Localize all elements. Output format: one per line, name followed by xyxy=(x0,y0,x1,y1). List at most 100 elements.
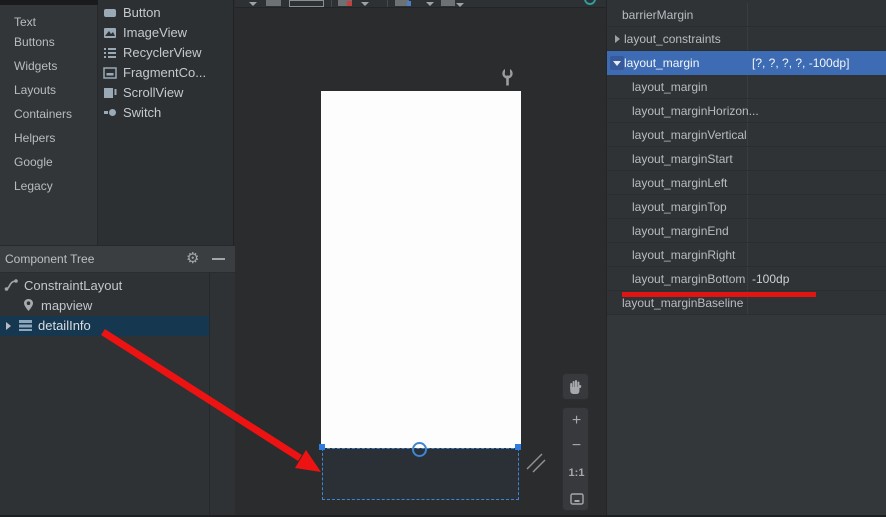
toolbar-icon-fragment xyxy=(407,1,411,6)
attr-name: layout_marginLeft xyxy=(632,171,727,195)
list-rows-icon xyxy=(18,318,33,332)
device-selector-fragment[interactable] xyxy=(289,0,324,7)
attr-row-layout-marginvertical[interactable]: layout_marginVertical xyxy=(607,123,886,147)
pan-button[interactable] xyxy=(562,373,589,400)
tree-scroll-divider xyxy=(209,273,210,517)
chevron-right-icon[interactable] xyxy=(615,35,620,43)
tree-item-mapview[interactable]: mapview xyxy=(0,296,209,316)
gear-icon[interactable]: ⚙ xyxy=(186,249,199,267)
palette-categories-panel: Text Buttons Widgets Layouts Containers … xyxy=(0,0,98,245)
fragment-container-icon xyxy=(103,65,117,78)
android-studio-layout-editor: Text Buttons Widgets Layouts Containers … xyxy=(0,0,886,517)
attr-name: barrierMargin xyxy=(622,3,693,27)
attr-name: layout_marginEnd xyxy=(632,219,729,243)
palette-category-text[interactable]: Text xyxy=(14,14,36,30)
hide-panel-icon[interactable] xyxy=(212,258,225,260)
attr-row-layout-marginend[interactable]: layout_marginEnd xyxy=(607,219,886,243)
location-pin-icon xyxy=(21,298,36,312)
chevron-right-icon[interactable] xyxy=(6,322,11,330)
attr-row-layout-marginhorizontal[interactable]: layout_marginHorizon... xyxy=(607,99,886,123)
palette-components-list: Button ImageView RecyclerView FragmentCo… xyxy=(98,0,233,245)
attr-row-layout-margin-group[interactable]: layout_margin [?, ?, ?, ?, -100dp] xyxy=(607,51,886,75)
palette-category-containers[interactable]: Containers xyxy=(14,106,72,122)
attr-name: layout_margin xyxy=(632,75,707,99)
fit-screen-icon xyxy=(570,493,584,505)
zoom-in-button[interactable]: + xyxy=(563,408,590,434)
top-bar-fragment xyxy=(0,0,98,5)
palette-item-scrollview[interactable]: ScrollView xyxy=(103,83,183,103)
toolbar-icon-fragment[interactable] xyxy=(441,0,455,6)
dropdown-caret-icon[interactable] xyxy=(456,3,464,7)
palette-item-fragmentcontainer[interactable]: FragmentCo... xyxy=(103,63,206,83)
palette-item-label: RecyclerView xyxy=(123,45,202,60)
palette-item-label: FragmentCo... xyxy=(123,65,206,80)
zoom-out-button[interactable]: − xyxy=(563,434,590,460)
tree-item-label: detailInfo xyxy=(38,318,91,333)
palette-category-buttons[interactable]: Buttons xyxy=(14,34,55,50)
imageview-icon xyxy=(103,25,117,38)
palette-item-label: Button xyxy=(123,5,161,20)
attr-value[interactable]: [?, ?, ?, ?, -100dp] xyxy=(752,51,849,75)
component-tree-header: Component Tree ⚙ xyxy=(0,245,235,273)
selection-handle-top-left[interactable] xyxy=(319,444,325,450)
palette-item-recyclerview[interactable]: RecyclerView xyxy=(103,43,202,63)
dropdown-caret-icon[interactable] xyxy=(249,2,257,6)
component-tree-title: Component Tree xyxy=(5,252,94,266)
toolbar-icon-fragment[interactable] xyxy=(266,0,281,6)
selection-handle-top-right[interactable] xyxy=(515,444,521,450)
tree-item-constraintlayout[interactable]: ConstraintLayout xyxy=(0,276,209,296)
tree-item-detailinfo[interactable]: detailInfo xyxy=(0,316,209,336)
toolbar-separator xyxy=(387,0,388,7)
switch-icon xyxy=(103,105,117,118)
tree-item-label: mapview xyxy=(41,298,92,313)
attr-name: layout_constraints xyxy=(624,27,721,51)
palette-category-widgets[interactable]: Widgets xyxy=(14,58,57,74)
zoom-to-fit-button[interactable] xyxy=(563,486,590,512)
palette-category-helpers[interactable]: Helpers xyxy=(14,130,55,146)
attr-name: layout_marginHorizon... xyxy=(632,99,759,123)
hand-icon xyxy=(568,379,583,395)
button-icon xyxy=(103,5,117,18)
zoom-controls: + − 1:1 xyxy=(562,407,589,511)
device-screen-preview[interactable] xyxy=(321,91,521,448)
attr-row-layout-margintop[interactable]: layout_marginTop xyxy=(607,195,886,219)
attributes-panel: barrierMargin layout_constraints layout_… xyxy=(606,0,886,517)
attr-row-layout-marginbottom[interactable]: layout_marginBottom -100dp xyxy=(607,267,886,291)
palette-item-imageview[interactable]: ImageView xyxy=(103,23,187,43)
attributes-empty-area xyxy=(607,315,886,517)
scrollview-icon xyxy=(103,85,117,98)
red-underline-annotation xyxy=(622,292,816,297)
attr-row-layout-margin[interactable]: layout_margin xyxy=(607,75,886,99)
chevron-down-icon[interactable] xyxy=(610,56,624,70)
palette-category-layouts[interactable]: Layouts xyxy=(14,82,56,98)
attr-name: layout_margin xyxy=(624,51,699,75)
attr-row-barriermargin[interactable]: barrierMargin xyxy=(607,3,886,27)
palette-item-label: Switch xyxy=(123,105,161,120)
palette-item-label: ImageView xyxy=(123,25,187,40)
palette-category-google[interactable]: Google xyxy=(14,154,53,170)
attr-value[interactable]: -100dp xyxy=(752,267,789,291)
attr-name: layout_marginStart xyxy=(632,147,733,171)
attr-name: layout_marginVertical xyxy=(632,123,747,147)
toolbar-separator xyxy=(331,0,332,7)
attr-row-layout-marginright[interactable]: layout_marginRight xyxy=(607,243,886,267)
attr-name: layout_marginBottom xyxy=(632,267,745,291)
palette-item-switch[interactable]: Switch xyxy=(103,103,161,123)
dropdown-caret-icon[interactable] xyxy=(361,2,369,6)
constraint-layout-icon xyxy=(4,278,19,292)
attr-name: layout_marginRight xyxy=(632,243,735,267)
wrench-icon xyxy=(500,68,515,87)
attr-row-layout-marginstart[interactable]: layout_marginStart xyxy=(607,147,886,171)
palette-item-button[interactable]: Button xyxy=(103,3,161,23)
attr-row-layout-constraints[interactable]: layout_constraints xyxy=(607,27,886,51)
tree-item-label: ConstraintLayout xyxy=(24,278,122,293)
palette-item-label: ScrollView xyxy=(123,85,183,100)
constraint-anchor-icon[interactable] xyxy=(412,442,427,457)
attributes-table: barrierMargin layout_constraints layout_… xyxy=(607,0,886,315)
zoom-actual-size-button[interactable]: 1:1 xyxy=(563,460,590,486)
palette-category-legacy[interactable]: Legacy xyxy=(14,178,53,194)
attr-row-layout-marginleft[interactable]: layout_marginLeft xyxy=(607,171,886,195)
design-toolbar-fragment xyxy=(235,0,606,8)
dropdown-caret-icon[interactable] xyxy=(426,2,434,6)
recyclerview-icon xyxy=(103,45,117,58)
